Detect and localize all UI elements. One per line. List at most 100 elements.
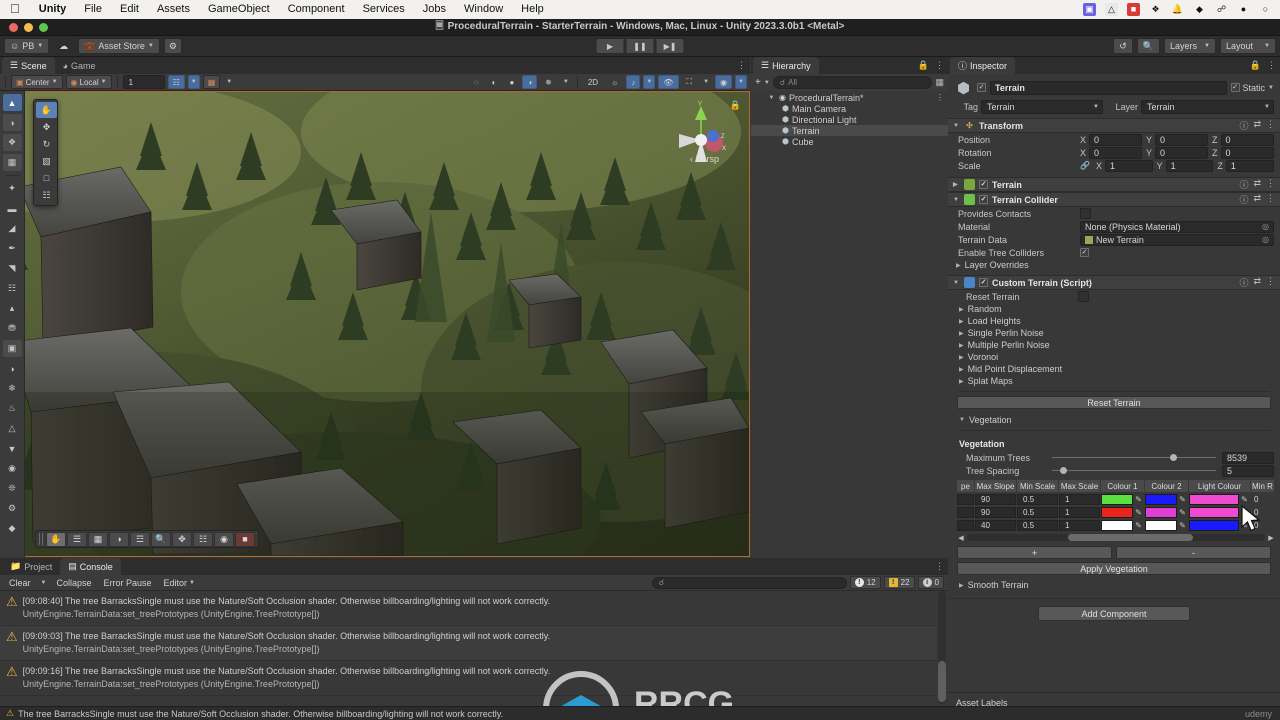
grid-snap-button[interactable]: ☷ xyxy=(167,75,185,89)
clone-icon[interactable]: ▣ xyxy=(2,340,22,357)
component-header-transform[interactable]: ▼ ✣ Transform ⓘ ⇄ ⋮ xyxy=(948,118,1280,133)
slider-knob[interactable] xyxy=(1060,467,1068,474)
row-colour2-swatch[interactable] xyxy=(1145,493,1177,505)
collapse-button[interactable]: Collapse xyxy=(51,576,96,589)
hidden-objects-button[interactable]: 👁 xyxy=(658,75,679,89)
battery-icon[interactable]: ■ xyxy=(1127,3,1140,16)
row-max-slope-input[interactable]: 90 xyxy=(975,506,1016,518)
editor-dropdown[interactable]: Editor ▼ xyxy=(159,576,200,589)
row-colour1-swatch[interactable] xyxy=(1101,493,1133,505)
hierarchy-filter-icon[interactable]: ▦ xyxy=(935,77,944,88)
menu-item-edit[interactable]: Edit xyxy=(111,0,148,19)
hydraulic-icon[interactable]: ♨ xyxy=(3,400,22,417)
position-y-input[interactable]: 0 xyxy=(1155,133,1208,146)
rect-tool-icon[interactable]: □ xyxy=(36,170,57,186)
chevron-down-icon[interactable]: ▼ xyxy=(767,95,776,101)
fx-button[interactable]: ✵ xyxy=(540,75,557,89)
kebab-menu-icon[interactable]: ⋮ xyxy=(1266,178,1275,191)
row-type-input[interactable] xyxy=(957,493,974,505)
row-max-scale-input[interactable]: 1 xyxy=(1059,493,1100,505)
link-icon[interactable]: 🔗 xyxy=(1080,161,1090,170)
row-light-colour-swatch[interactable] xyxy=(1189,519,1239,531)
help-icon[interactable]: ⓘ xyxy=(1239,276,1248,289)
menu-item-window[interactable]: Window xyxy=(455,0,512,19)
layout-dropdown[interactable]: Layout ▼ xyxy=(1220,38,1276,54)
component-header-terrain-collider[interactable]: ▼ ✓ Terrain Collider ⓘ ⇄ ⋮ xyxy=(948,192,1280,207)
clear-dropdown[interactable]: ▼ xyxy=(38,576,50,589)
foldout-single-perlin-noise[interactable]: ▶ Single Perlin Noise xyxy=(948,327,1280,339)
trees-icon[interactable]: ❖ xyxy=(2,134,22,151)
scale-y-input[interactable]: 1 xyxy=(1165,159,1214,172)
row-min-scale-input[interactable]: 0.5 xyxy=(1017,493,1058,505)
row-type-input[interactable] xyxy=(957,519,974,531)
lock-icon[interactable]: 🔒 xyxy=(1250,60,1261,71)
drive-icon[interactable]: △ xyxy=(1105,3,1118,16)
scroll-right-icon[interactable]: ▶ xyxy=(1267,534,1275,542)
help-icon[interactable]: ⓘ xyxy=(1239,119,1248,132)
layers-dropdown[interactable]: Layers ▼ xyxy=(1164,38,1216,54)
row-colour1-swatch[interactable] xyxy=(1101,506,1133,518)
kebab-menu-icon[interactable]: ⋮ xyxy=(935,561,944,572)
brush-icon[interactable]: ✒ xyxy=(3,240,22,257)
chevron-down-icon[interactable]: ▼ xyxy=(953,123,960,129)
log-entry[interactable]: ⚠ [09:09:03] The tree BarracksSingle mus… xyxy=(0,626,936,661)
mesh-stamp-icon[interactable]: ◉ xyxy=(3,460,22,477)
terrain-data-object-field[interactable]: New Terrain ◎ xyxy=(1080,233,1274,246)
rotation-y-input[interactable]: 0 xyxy=(1155,146,1208,159)
object-picker-icon[interactable]: ◎ xyxy=(1262,222,1269,231)
preset-icon[interactable]: ⇄ xyxy=(1253,193,1261,206)
eyedropper-icon[interactable]: ✎ xyxy=(1239,521,1250,530)
toolbar-settings-button[interactable]: ⚙ xyxy=(163,38,182,54)
scale-z-input[interactable]: 1 xyxy=(1225,159,1274,172)
row-min-r-input[interactable]: 0 xyxy=(1254,508,1258,517)
object-enabled-checkbox[interactable]: ✓ xyxy=(977,83,986,92)
handle-space-button[interactable]: ◉ Local ▼ xyxy=(65,75,112,89)
info-count-badge[interactable]: i 0 xyxy=(917,576,944,589)
gizmos-dropdown[interactable]: ▼ xyxy=(735,75,747,89)
row-max-slope-input[interactable]: 90 xyxy=(975,493,1016,505)
menu-item-services[interactable]: Services xyxy=(354,0,414,19)
row-type-input[interactable] xyxy=(957,506,974,518)
eyedropper-icon[interactable]: ✎ xyxy=(1177,521,1188,530)
row-max-slope-input[interactable]: 40 xyxy=(975,519,1016,531)
editor-status-bar[interactable]: ⚠ The tree BarracksSingle must use the N… xyxy=(0,706,1280,720)
menu-item-jobs[interactable]: Jobs xyxy=(414,0,455,19)
kebab-menu-icon[interactable]: ⋮ xyxy=(737,60,746,71)
error-pause-button[interactable]: Error Pause xyxy=(99,576,157,589)
shading-icon[interactable]: ◑ xyxy=(109,531,129,547)
hierarchy-item-main-camera[interactable]: ⬢ Main Camera xyxy=(751,103,948,114)
foldout-splat-maps[interactable]: ▶ Splat Maps xyxy=(948,375,1280,387)
search-icon[interactable]: 🔍 xyxy=(151,531,171,547)
scroll-left-icon[interactable]: ◀ xyxy=(957,534,965,542)
eyedropper-icon[interactable]: ✎ xyxy=(1177,508,1188,517)
hand-icon[interactable]: ✋ xyxy=(46,531,66,547)
grid-icon[interactable]: ▦ xyxy=(88,531,108,547)
play-button[interactable]: ▶ xyxy=(595,38,625,54)
tree-spacing-slider[interactable] xyxy=(1052,465,1216,476)
row-max-scale-input[interactable]: 1 xyxy=(1059,519,1100,531)
2d-toggle-button[interactable]: 2D xyxy=(583,75,603,89)
reset-terrain-button[interactable]: Reset Terrain xyxy=(957,396,1271,409)
tab-project[interactable]: 📁 Project xyxy=(2,558,60,575)
eyedropper-icon[interactable]: ✎ xyxy=(1133,508,1144,517)
kebab-menu-icon[interactable]: ⋮ xyxy=(1266,193,1275,206)
user-icon[interactable]: ● xyxy=(1237,3,1250,16)
help-icon[interactable]: ⓘ xyxy=(1239,193,1248,206)
orientation-icon[interactable]: ☰ xyxy=(67,531,87,547)
dropbox-icon[interactable]: ◆ xyxy=(1193,3,1206,16)
paint-texture-icon[interactable]: ◑ xyxy=(2,114,22,131)
add-gameobject-button[interactable]: + xyxy=(755,77,761,88)
object-picker-icon[interactable]: ◎ xyxy=(1262,235,1269,244)
close-window-button[interactable] xyxy=(9,22,18,32)
layer-overrides-foldout[interactable]: ▶ Layer Overrides xyxy=(948,259,1280,271)
row-colour2-swatch[interactable] xyxy=(1145,506,1177,518)
kebab-menu-icon[interactable]: ⋮ xyxy=(1266,276,1275,289)
component-header-terrain[interactable]: ▶ ✓ Terrain ⓘ ⇄ ⋮ xyxy=(948,177,1280,192)
camera-projection-label[interactable]: ‹ Persp xyxy=(690,154,719,164)
row-min-scale-input[interactable]: 0.5 xyxy=(1017,519,1058,531)
tab-scene[interactable]: ☰ Scene xyxy=(2,57,55,74)
thermal-icon[interactable]: ▼ xyxy=(3,440,22,457)
undo-history-button[interactable]: ↺ xyxy=(1113,38,1133,54)
bluetooth-icon[interactable]: ❖ xyxy=(1149,3,1162,16)
bridge-icon[interactable]: ⛃ xyxy=(3,320,22,337)
